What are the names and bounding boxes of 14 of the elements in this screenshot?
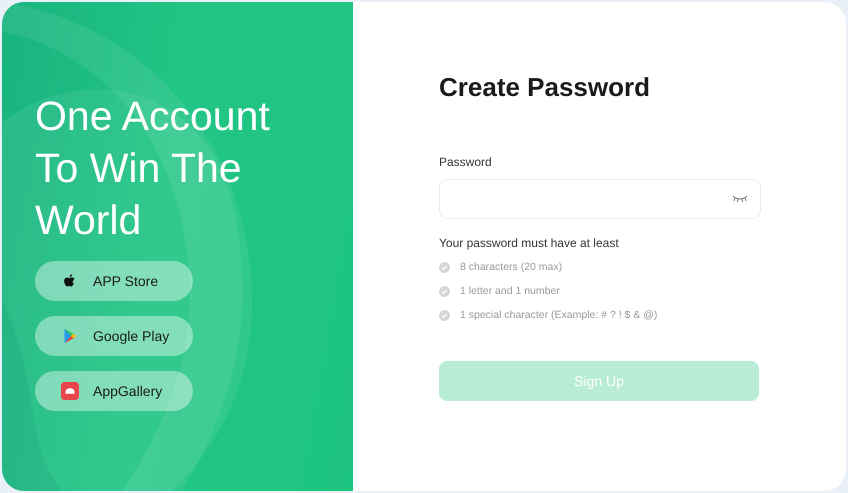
requirement-text: 1 special character (Example: # ? ! $ & @)	[460, 309, 658, 321]
requirement-text: 8 characters (20 max)	[460, 261, 562, 273]
store-button[interactable]: Google Play	[35, 316, 193, 356]
password-field[interactable]	[439, 179, 761, 219]
store-button[interactable]: AppGallery	[35, 371, 193, 411]
field-label: Password	[439, 155, 492, 169]
headline-line: One Account	[35, 92, 271, 141]
requirement-text: 1 letter and 1 number	[460, 285, 560, 297]
closed-eye-icon[interactable]	[732, 195, 748, 203]
store-button[interactable]: APP Store	[35, 261, 193, 301]
headline-line: To Win The	[35, 144, 243, 193]
requirements-heading: Your password must have at least	[439, 236, 619, 250]
form-title: Create Password	[439, 71, 650, 104]
headline-line: World	[35, 196, 142, 245]
